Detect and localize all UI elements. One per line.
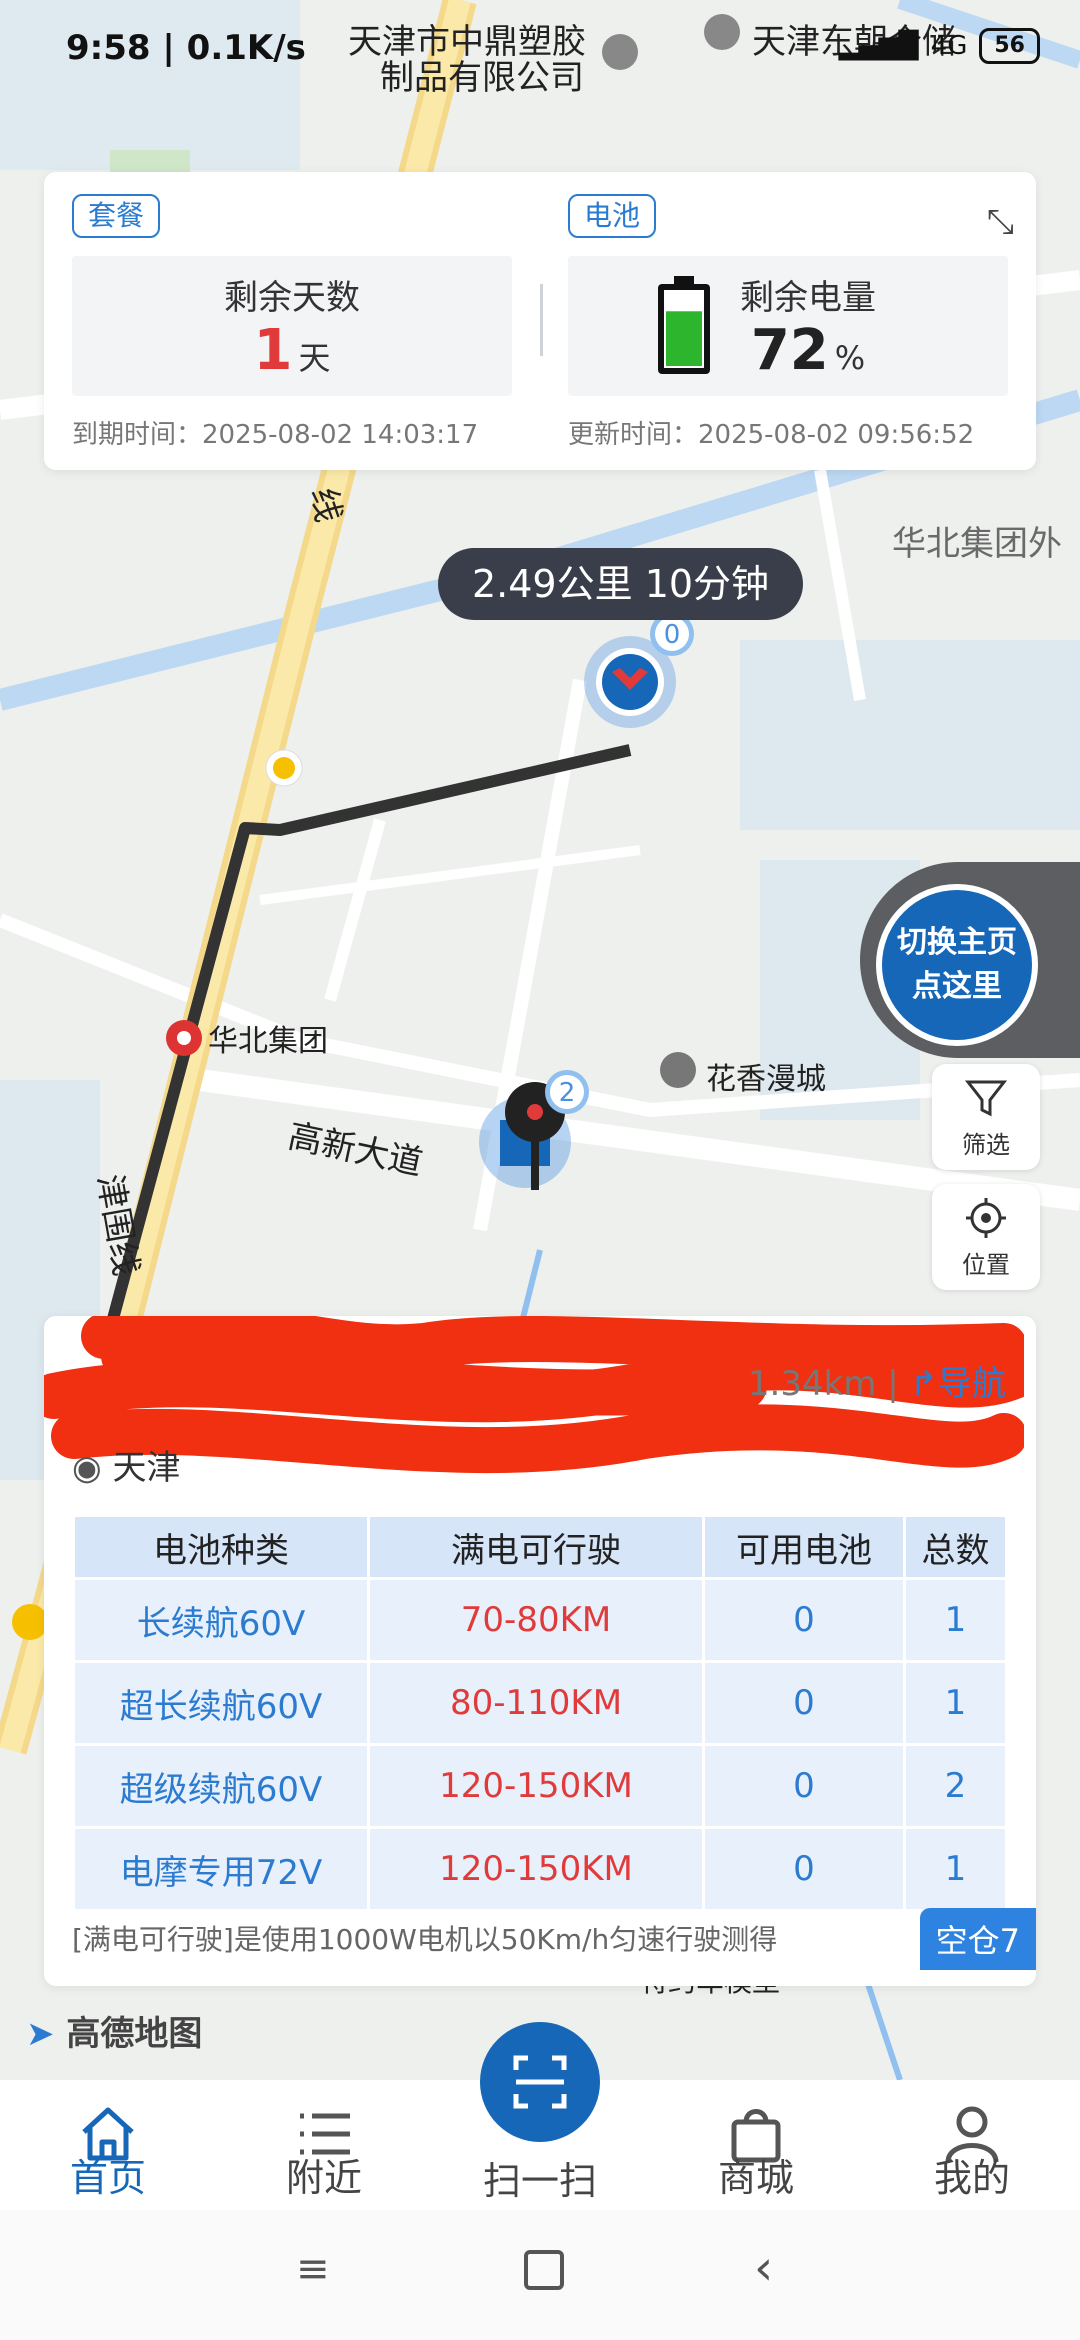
table-row: 超级续航60V 120-150KM 0 2 [75, 1746, 1005, 1826]
signal-icon: ▂▄▆█ [838, 31, 919, 61]
update-time: 更新时间：2025-08-02 09:56:52 [568, 420, 975, 450]
available-count: 0 [705, 1580, 903, 1660]
remaining-days-label: 剩余天数 [224, 278, 360, 318]
amap-logo: ➤ 高德地图 [26, 2014, 203, 2054]
total-count: 1 [906, 1663, 1005, 1743]
scan-button[interactable] [480, 2022, 600, 2142]
remaining-power-value: 72 [750, 318, 829, 383]
package-tag: 套餐 [72, 194, 161, 238]
battery-table: 电池种类 满电可行驶 可用电池 总数 长续航60V 70-80KM 0 1 超长… [72, 1514, 1008, 1912]
home-nav-icon[interactable] [524, 2250, 564, 2290]
navigate-icon[interactable]: ↱ [910, 1364, 939, 1404]
status-icons: ▂▄▆█ 4G 56 [839, 28, 1040, 64]
route-summary: 2.49公里 10分钟 [438, 548, 804, 620]
subscription-card: 套餐 电池 ⤡ 剩余天数 1天 剩余电量 72% 到期时间：2025-08-02… [44, 172, 1036, 470]
station-card[interactable]: 1.34km | ↱导航 ◉ 天津 电池种类 满电可行驶 可用电池 总数 长续航… [44, 1316, 1036, 1986]
empty-slots-badge[interactable]: 空仓7 [919, 1908, 1036, 1970]
menu-nav-icon[interactable]: ≡ [296, 2246, 330, 2292]
battery-type: 超级续航60V [75, 1746, 367, 1826]
map-label-poi: 花香漫城 [706, 1062, 826, 1097]
available-count: 0 [705, 1829, 903, 1909]
system-nav-bar: ≡ ‹ [0, 2210, 1080, 2340]
station-address: ◉ 天津 [72, 1448, 181, 1488]
scan-icon [513, 2055, 567, 2109]
tab-home[interactable]: 首页 [38, 2080, 178, 2210]
remaining-power-unit: % [834, 339, 866, 377]
scan-label: 扫一扫 [482, 2159, 597, 2203]
remaining-days-panel: 剩余天数 1天 [72, 256, 512, 396]
map-label-area: 华北集团外 [892, 524, 1062, 564]
filter-button[interactable]: 筛选 [932, 1064, 1040, 1170]
distance-row: 1.34km | ↱导航 [747, 1364, 1006, 1404]
col-header: 可用电池 [705, 1517, 903, 1577]
remaining-days-unit: 天 [298, 339, 331, 377]
back-nav-icon[interactable]: ‹ [754, 2240, 773, 2296]
filter-icon [964, 1080, 1008, 1117]
available-count: 0 [705, 1663, 903, 1743]
map-label-poi: 华北集团 [208, 1024, 328, 1059]
expire-time: 到期时间：2025-08-02 14:03:17 [72, 420, 479, 450]
total-count: 1 [906, 1829, 1005, 1909]
battery-icon: 56 [979, 28, 1040, 64]
battery-range: 70-80KM [370, 1580, 702, 1660]
locate-icon [966, 1198, 1006, 1238]
remaining-power-panel: 剩余电量 72% [568, 256, 1008, 396]
remaining-power-label: 剩余电量 [740, 278, 876, 318]
tab-mall[interactable]: 商城 [686, 2080, 826, 2210]
distance: 1.34km [747, 1364, 877, 1404]
status-bar: 9:58 | 0.1K/s ▂▄▆█ 4G 56 [0, 0, 1080, 100]
col-header: 电池种类 [75, 1517, 367, 1577]
total-count: 2 [906, 1746, 1005, 1826]
user-badge: 2 [558, 1078, 576, 1108]
total-count: 1 [906, 1580, 1005, 1660]
battery-type: 电摩专用72V [75, 1829, 367, 1909]
status-time: 9:58 | 0.1K/s [66, 28, 306, 68]
tab-mine[interactable]: 我的 [902, 2080, 1042, 2210]
table-row: 长续航60V 70-80KM 0 1 [75, 1580, 1005, 1660]
col-header: 总数 [906, 1517, 1005, 1577]
table-row: 电摩专用72V 120-150KM 0 1 [75, 1829, 1005, 1909]
network-type: 4G [930, 31, 968, 61]
redaction-scribble [44, 1316, 1024, 1474]
navigate-link[interactable]: 导航 [938, 1364, 1006, 1404]
battery-type: 超长续航60V [75, 1663, 367, 1743]
divider [540, 284, 543, 356]
battery-tag: 电池 [568, 194, 657, 238]
remaining-days-value: 1 [253, 318, 293, 383]
battery-range: 120-150KM [370, 1746, 702, 1826]
station-marker[interactable] [620, 650, 640, 670]
battery-type: 长续航60V [75, 1580, 367, 1660]
range-note: [满电可行驶]是使用1000W电机以50Km/h匀速行驶测得 [72, 1923, 778, 1956]
station-badge: 0 [663, 620, 681, 650]
col-header: 满电可行驶 [370, 1517, 702, 1577]
locate-button[interactable]: 位置 [932, 1184, 1040, 1290]
collapse-icon[interactable]: ⤡ [987, 202, 1014, 242]
location-pin-icon: ◉ [72, 1448, 102, 1488]
table-row: 超长续航60V 80-110KM 0 1 [75, 1663, 1005, 1743]
switch-home-button[interactable]: 切换主页 点这里 [876, 884, 1038, 1046]
amap-arrow-icon: ➤ [26, 2014, 55, 2054]
tab-nearby[interactable]: 附近 [254, 2080, 394, 2210]
battery-range: 120-150KM [370, 1829, 702, 1909]
table-header-row: 电池种类 满电可行驶 可用电池 总数 [75, 1517, 1005, 1577]
battery-range: 80-110KM [370, 1663, 702, 1743]
available-count: 0 [705, 1746, 903, 1826]
